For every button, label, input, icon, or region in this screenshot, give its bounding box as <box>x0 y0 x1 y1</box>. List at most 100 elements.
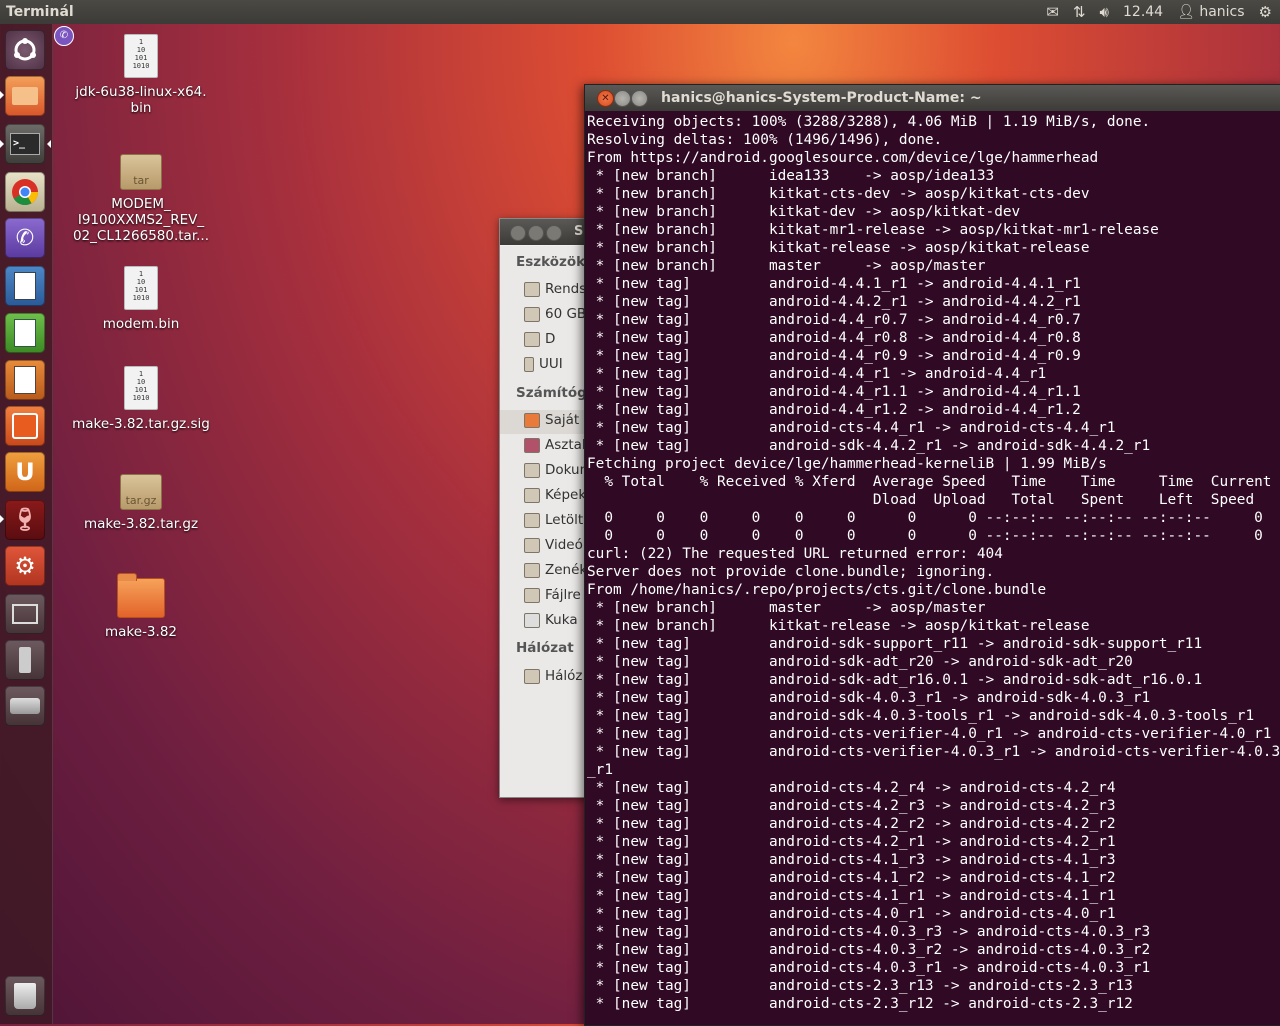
usb-drive-launcher[interactable] <box>5 640 45 680</box>
user-menu[interactable]: 👤︎ hanics <box>1177 4 1244 20</box>
terminal-output[interactable]: Receiving objects: 100% (3288/3288), 4.0… <box>587 113 1280 1013</box>
desktop-icon-label: modem.bin <box>102 316 180 332</box>
minimize-button[interactable] <box>614 90 631 107</box>
usb-icon <box>19 647 31 673</box>
music-folder-icon <box>524 562 540 578</box>
sidebar-item-network[interactable]: Hálóz <box>524 668 583 684</box>
viber-launcher[interactable]: ✆ <box>5 218 45 258</box>
close-button[interactable] <box>510 225 526 241</box>
ubuntu-one-launcher[interactable]: U <box>5 452 45 492</box>
maximize-button[interactable] <box>546 225 562 241</box>
terminal-line: 0 0 0 0 0 0 0 0 --:--:-- --:--:-- --:--:… <box>587 510 1263 526</box>
desktop-icon-make-targz[interactable]: tar.gz make-3.82.tar.gz <box>66 474 216 532</box>
desktop-icon-jdk[interactable]: 1 10 101 1010 jdk-6u38-linux-x64. bin <box>66 34 216 116</box>
terminal-line: * [new tag] android-4.4_r1.2 -> android-… <box>587 402 1081 418</box>
maximize-button[interactable] <box>631 90 648 107</box>
user-icon: 👤︎ <box>1177 4 1195 20</box>
close-button[interactable]: ✕ <box>597 90 614 107</box>
terminal-line: * [new tag] android-cts-4.4_r1 -> androi… <box>587 420 1116 436</box>
desktop-icon-modem-bin[interactable]: 1 10 101 1010 modem.bin <box>66 266 216 332</box>
files-launcher[interactable] <box>5 76 45 116</box>
window-title: S <box>574 224 584 239</box>
terminal-line: * [new tag] android-4.4_r1.1 -> android-… <box>587 384 1081 400</box>
trash-icon <box>524 612 540 628</box>
sidebar-item-device[interactable]: UUI <box>524 356 563 372</box>
terminal-launcher[interactable]: >_ <box>5 124 45 164</box>
sidebar-item-filesystem[interactable]: Fájlre <box>524 587 581 603</box>
calc-launcher[interactable] <box>5 313 45 353</box>
terminal-line: * [new tag] android-cts-2.3_r12 -> andro… <box>587 996 1133 1012</box>
active-app-title: Terminál <box>6 4 74 20</box>
impress-launcher[interactable] <box>5 360 45 400</box>
drive-icon <box>524 331 540 347</box>
section-computer: Számítóg <box>516 385 587 401</box>
terminal-line: Server does not provide clone.bundle; ig… <box>587 564 995 580</box>
drive-icon <box>524 281 540 297</box>
terminal-line: * [new tag] android-cts-4.1_r2 -> androi… <box>587 870 1116 886</box>
terminal-line: * [new tag] android-cts-4.0.3_r2 -> andr… <box>587 942 1151 958</box>
terminal-line: Resolving deltas: 100% (1496/1496), done… <box>587 132 943 148</box>
running-indicator <box>0 515 4 523</box>
sidebar-item-music[interactable]: Zenék <box>524 562 587 578</box>
archive-type-label: tar.gz <box>125 494 157 507</box>
harddisk-icon <box>10 698 40 714</box>
network-icon[interactable]: ⇅ <box>1073 3 1086 21</box>
terminal-line: * [new tag] android-cts-4.0.3_r1 -> andr… <box>587 960 1151 976</box>
terminal-line: * [new tag] android-cts-2.3_r13 -> andro… <box>587 978 1133 994</box>
terminal-line: 0 0 0 0 0 0 0 0 --:--:-- --:--:-- --:--:… <box>587 528 1263 544</box>
sidebar-item-device[interactable]: Rends <box>524 281 586 297</box>
chrome-launcher[interactable] <box>5 172 45 212</box>
file-manager-titlebar[interactable]: S <box>500 219 590 245</box>
mail-icon[interactable]: ✉ <box>1046 3 1059 21</box>
terminal-line: * [new tag] android-sdk-adt_r16.0.1 -> a… <box>587 672 1203 688</box>
desktop-icon-modem-tar[interactable]: tar MODEM_ I9100XXMS2_REV_ 02_CL1266580.… <box>66 154 216 244</box>
trash-launcher[interactable] <box>5 976 45 1016</box>
sidebar-item-videos[interactable]: Videó <box>524 537 583 553</box>
disk-drive-launcher[interactable] <box>5 686 45 726</box>
terminal-line: curl: (22) The requested URL returned er… <box>587 546 1003 562</box>
terminal-line: * [new tag] android-sdk-4.0.3_r1 -> andr… <box>587 690 1151 706</box>
desktop-icon <box>524 437 540 453</box>
terminal-line: * [new tag] android-4.4.1_r1 -> android-… <box>587 276 1081 292</box>
file-manager-window[interactable]: S Eszközök Rends 60 GB D UUI Számítóg Sa… <box>499 218 591 798</box>
pictures-folder-icon <box>524 487 540 503</box>
binary-file-icon: 1 10 101 1010 <box>124 366 158 410</box>
sidebar-item-downloads[interactable]: Letölt <box>524 512 583 528</box>
terminal-line: * [new tag] android-sdk-support_r11 -> a… <box>587 636 1203 652</box>
desktop-icon-make-sig[interactable]: 1 10 101 1010 make-3.82.tar.gz.sig <box>66 366 216 432</box>
document-icon <box>14 272 36 300</box>
dash-home-button[interactable] <box>5 30 45 70</box>
terminal-line: * [new branch] master -> aosp/master <box>587 600 986 616</box>
terminal-titlebar[interactable]: ✕ hanics@hanics-System-Product-Name: ~ <box>585 85 1280 111</box>
terminal-line: * [new tag] android-sdk-adt_r20 -> andro… <box>587 654 1133 670</box>
sidebar-item-home[interactable]: Saját <box>524 412 579 428</box>
sidebar-item-trash[interactable]: Kuka <box>524 612 578 628</box>
gear-icon[interactable]: ⚙ <box>1259 3 1272 21</box>
settings-icon: ⚙ <box>14 552 36 580</box>
sidebar-item-pictures[interactable]: Képek <box>524 487 586 503</box>
sidebar-item-documents[interactable]: Dokun <box>524 462 588 478</box>
terminal-line: Dload Upload Total Spent Left Speed <box>587 492 1255 508</box>
system-settings-launcher[interactable]: ⚙ <box>5 546 45 586</box>
terminal-line: * [new branch] kitkat-dev -> aosp/kitkat… <box>587 204 1021 220</box>
terminal-line: * [new tag] android-4.4_r0.8 -> android-… <box>587 330 1081 346</box>
wine-launcher[interactable]: 🍷︎ <box>5 500 45 540</box>
software-center-launcher[interactable] <box>5 406 45 446</box>
sidebar-item-device[interactable]: 60 GB <box>524 306 586 322</box>
workspaces-launcher[interactable] <box>5 594 45 634</box>
terminal-line: * [new branch] kitkat-release -> aosp/ki… <box>587 618 1090 634</box>
terminal-line: _r1 <box>587 762 613 778</box>
writer-launcher[interactable] <box>5 266 45 306</box>
terminal-line: * [new branch] kitkat-mr1-release -> aos… <box>587 222 1159 238</box>
section-network: Hálózat <box>516 640 574 656</box>
volume-icon[interactable]: 🔊︎ <box>1100 3 1109 21</box>
minimize-button[interactable] <box>528 225 544 241</box>
desktop-icon-make-folder[interactable]: make-3.82 <box>66 573 216 640</box>
sidebar-item-desktop[interactable]: Asztal <box>524 437 586 453</box>
sidebar-item-device[interactable]: D <box>524 331 555 347</box>
terminal-window[interactable]: ✕ hanics@hanics-System-Product-Name: ~ R… <box>584 84 1280 1026</box>
desktop-icon-label: make-3.82 <box>105 624 177 640</box>
home-folder-icon <box>524 412 540 428</box>
filesystem-icon <box>524 587 540 603</box>
clock[interactable]: 12.44 <box>1123 4 1163 20</box>
